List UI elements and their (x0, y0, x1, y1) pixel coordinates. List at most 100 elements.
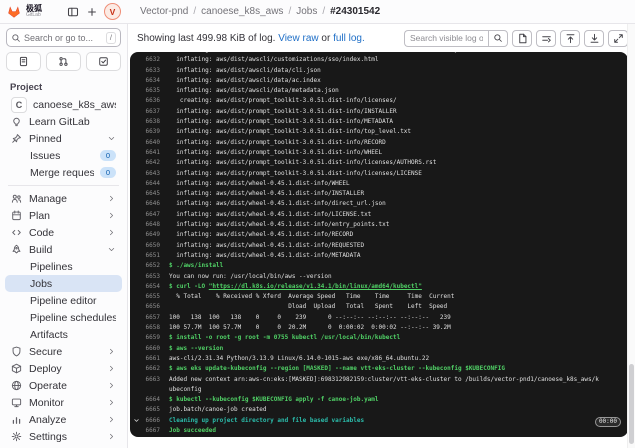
sidebar-item-code[interactable]: Code (5, 224, 122, 241)
log-line-number[interactable]: 6648 (130, 220, 160, 230)
sidebar-item-label: Code (29, 226, 55, 239)
sidebar-item-jobs[interactable]: Jobs (5, 275, 122, 292)
wrap-lines-button[interactable] (536, 29, 556, 47)
sidebar-item-label: Pipelines (30, 260, 73, 273)
log-line-number[interactable]: 6661 (130, 354, 160, 364)
log-line-text: creating: aws/dist/prompt_toolkit-3.0.51… (169, 97, 397, 105)
scrollbar-thumb[interactable] (629, 364, 634, 444)
scroll-to-top-button[interactable] (560, 29, 580, 47)
log-line-number[interactable]: 6665 (130, 405, 160, 415)
log-line-text: inflating: aws/dist/awscli/data/ac.index (169, 76, 321, 84)
create-new-icon[interactable] (85, 5, 99, 19)
sidebar-item-learn-gitlab[interactable]: Learn GitLab (5, 113, 122, 130)
job-log-terminal[interactable]: 6631 inflating: aws/dist/awscli/customiz… (130, 52, 628, 437)
log-line-number[interactable]: 6651 (130, 251, 160, 261)
chevron-down-icon[interactable] (133, 417, 140, 424)
log-line-number[interactable]: 6642 (130, 158, 160, 168)
log-line-number[interactable]: 6645 (130, 189, 160, 199)
sidebar-divider (8, 185, 119, 186)
log-line-number[interactable]: 6653 (130, 272, 160, 282)
breadcrumb-item[interactable]: Vector-pnd (140, 6, 188, 17)
log-link[interactable]: "https://dl.k8s.io/release/v1.34.1/bin/l… (209, 283, 422, 290)
log-line-number[interactable]: 6658 (130, 323, 160, 333)
sidebar-item-secure[interactable]: Secure (5, 343, 122, 360)
log-line-number[interactable]: 6654 (130, 282, 160, 292)
sidebar-item-manage[interactable]: Manage (5, 190, 122, 207)
log-line-number[interactable]: 6652 (130, 261, 160, 271)
log-line-text: inflating: aws/dist/prompt_toolkit-3.0.5… (169, 148, 383, 156)
raw-log-button[interactable] (512, 29, 532, 47)
sidebar-item-plan[interactable]: Plan (5, 207, 122, 224)
sidebar-item-operate[interactable]: Operate (5, 377, 122, 394)
scroll-to-bottom-button[interactable] (584, 29, 604, 47)
log-line: 6642 inflating: aws/dist/prompt_toolkit-… (130, 158, 628, 168)
log-line-number[interactable]: 6636 (130, 96, 160, 106)
log-line-text: You can now run: /usr/local/bin/aws --ve… (169, 272, 332, 280)
breadcrumb-item[interactable]: Jobs (296, 6, 317, 17)
log-line-text: $ curl -LO "https://dl.k8s.io/release/v1… (169, 282, 422, 290)
log-line-number[interactable]: 6641 (130, 148, 160, 158)
secure-icon (11, 346, 23, 357)
log-line-number[interactable]: 6660 (130, 344, 160, 354)
merge-requests-shortcut-button[interactable] (46, 52, 81, 71)
log-line-number[interactable]: 6638 (130, 117, 160, 127)
log-line-number[interactable]: 6640 (130, 138, 160, 148)
sidebar-item-project[interactable]: C canoese_k8s_aws (5, 96, 122, 113)
sidebar-item-pipeline-schedules[interactable]: Pipeline schedules (5, 309, 122, 326)
sidebar-item-issues[interactable]: Issues 0 (5, 147, 122, 164)
full-log-link[interactable]: full log. (333, 33, 365, 44)
breadcrumb-item[interactable]: canoese_k8s_aws (201, 6, 283, 17)
log-line: 6659 $ install -o root -g root -m 0755 ku… (130, 333, 628, 343)
log-line-number[interactable]: 6650 (130, 241, 160, 251)
sidebar-item-settings[interactable]: Settings (5, 428, 122, 445)
sidebar-item-merge-requests[interactable]: Merge requests 0 (5, 164, 122, 181)
log-line-number[interactable]: 6646 (130, 199, 160, 209)
sidebar-item-pipeline-editor[interactable]: Pipeline editor (5, 292, 122, 309)
sidebar-item-analyze[interactable]: Analyze (5, 411, 122, 428)
page-scrollbar[interactable] (627, 24, 635, 448)
log-line-number[interactable]: 6635 (130, 86, 160, 96)
log-line-number[interactable]: 6634 (130, 76, 160, 86)
breadcrumb-item[interactable]: #24301542 (330, 6, 380, 17)
log-line-number[interactable]: 6662 (130, 364, 160, 374)
log-line-number[interactable]: 6659 (130, 333, 160, 343)
log-line-number[interactable]: 6664 (130, 395, 160, 405)
sidebar-nav: Manage Plan Code Build Pipelines Jobs Pipeline… (0, 190, 127, 445)
log-line-number[interactable]: 6647 (130, 210, 160, 220)
view-raw-link[interactable]: View raw (278, 33, 318, 44)
sidebar-toggle-icon[interactable] (66, 5, 80, 19)
user-avatar[interactable]: V (104, 3, 121, 20)
log-line-number[interactable]: 6655 (130, 292, 160, 302)
log-line-number[interactable]: 6632 (130, 55, 160, 65)
log-line-number[interactable]: 6633 (130, 66, 160, 76)
log-line-number[interactable]: 6656 (130, 302, 160, 312)
issues-shortcut-button[interactable] (6, 52, 41, 71)
log-search-input[interactable] (404, 29, 488, 47)
log-line-number[interactable]: 6643 (130, 169, 160, 179)
wrap-lines-icon (541, 33, 552, 44)
gitlab-logo-icon[interactable] (7, 5, 21, 19)
log-search-button[interactable] (488, 29, 508, 47)
log-line-number[interactable]: 6644 (130, 179, 160, 189)
log-line-number[interactable]: 6667 (130, 426, 160, 436)
sidebar-item-monitor[interactable]: Monitor (5, 394, 122, 411)
sidebar-item-build[interactable]: Build (5, 241, 122, 258)
log-line-number[interactable]: 6649 (130, 230, 160, 240)
sidebar-item-artifacts[interactable]: Artifacts (5, 326, 122, 343)
sidebar-item-pipelines[interactable]: Pipelines (5, 258, 122, 275)
fullscreen-button[interactable] (608, 29, 628, 47)
log-size-summary: Showing last 499.98 KiB of log. View raw… (137, 33, 365, 44)
manage-icon (11, 193, 23, 204)
log-line-number[interactable]: 6637 (130, 107, 160, 117)
search-input[interactable]: Search or go to... / (6, 28, 121, 47)
log-line-number[interactable]: 6639 (130, 127, 160, 137)
sidebar-item-deploy[interactable]: Deploy (5, 360, 122, 377)
chevron-right-icon (107, 347, 116, 356)
todo-shortcut-button[interactable] (86, 52, 121, 71)
issues-icon (18, 56, 29, 67)
scroll-top-icon (565, 33, 576, 44)
sidebar-item-pinned[interactable]: Pinned (5, 130, 122, 147)
log-line-number[interactable]: 6663 (130, 375, 160, 396)
log-line-number[interactable]: 6657 (130, 313, 160, 323)
log-line: 6646 inflating: aws/dist/wheel-0.45.1.di… (130, 199, 628, 209)
